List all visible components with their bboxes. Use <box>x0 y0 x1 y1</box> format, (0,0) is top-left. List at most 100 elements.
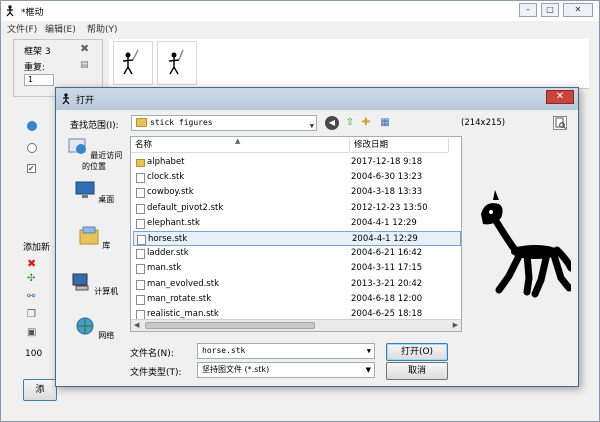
place-label: 网络 <box>98 331 115 340</box>
file-name: default_pivot2.stk <box>147 202 224 213</box>
filename-label: 文件名(N): <box>130 349 174 359</box>
horizontal-scrollbar[interactable]: ◀ ▶ <box>131 319 461 331</box>
file-name: cowboy.stk <box>147 187 194 198</box>
file-icon <box>136 173 145 184</box>
delete-icon[interactable]: ✖ <box>27 257 36 270</box>
frame-label: 框架 3 <box>24 47 51 57</box>
file-date: 2004-3-11 17:15 <box>351 263 423 274</box>
filetype-label: 文件类型(T): <box>130 368 182 378</box>
filename-value: horse.stk <box>202 346 246 355</box>
desktop-icon <box>75 181 95 198</box>
scrollbar-thumb[interactable] <box>145 322 315 329</box>
folder-icon <box>136 118 147 127</box>
file-row[interactable]: man_rotate.stk 2004-6-18 12:00 <box>133 292 461 307</box>
file-date: 2004-6-30 13:23 <box>351 172 423 183</box>
radio-option[interactable] <box>27 143 37 153</box>
document-preview-icon <box>555 117 566 129</box>
menu-file[interactable]: 文件(F) <box>7 22 37 35</box>
new-folder-icon[interactable]: ✚ <box>359 116 373 130</box>
preview-toggle-icon[interactable] <box>553 116 567 130</box>
column-header-date[interactable]: 修改日期 <box>350 137 448 153</box>
menu-help[interactable]: 帮助(Y) <box>87 22 118 35</box>
file-date: 2012-12-23 13:50 <box>351 202 428 213</box>
look-in-dropdown[interactable]: stick figures ▼ <box>131 115 317 131</box>
stick-figure-frame-1 <box>122 49 139 75</box>
open-button[interactable]: 打开(O) <box>386 343 448 361</box>
main-titlebar: *框动 – □ ✕ <box>1 1 599 21</box>
main-window-title: *框动 <box>21 8 44 18</box>
look-in-value: stick figures <box>150 118 213 127</box>
place-label: 最近访问的位置 <box>82 151 123 171</box>
preview-dimensions: (214x215) <box>461 118 506 128</box>
look-in-label: 查找范围(I): <box>70 121 119 131</box>
stick-figure-app-icon <box>6 5 14 17</box>
file-date: 2004-4-1 12:29 <box>352 234 418 244</box>
frame-thumbnail[interactable] <box>113 41 153 85</box>
layers-icon[interactable]: ▣ <box>27 327 36 338</box>
file-icon <box>137 235 146 245</box>
file-row[interactable]: ladder.stk 2004-6-21 16:42 <box>133 246 461 261</box>
library-icon <box>79 226 99 245</box>
checkbox[interactable]: ✓ <box>27 164 36 173</box>
file-name: man.stk <box>147 263 182 274</box>
file-name: man_rotate.stk <box>147 293 212 304</box>
back-icon[interactable]: ◀ <box>325 116 339 130</box>
file-list[interactable]: 名称 ▲ 修改日期 alphabet 2017-12-18 9:18 clock.s… <box>130 136 462 332</box>
add-figure-button[interactable]: 添 <box>23 379 57 401</box>
place-label: 桌面 <box>98 195 115 204</box>
join-icon[interactable]: ⚯ <box>27 291 35 302</box>
file-name: man_evolved.stk <box>147 278 219 289</box>
file-icon <box>136 218 145 229</box>
menu-edit[interactable]: 编辑(E) <box>45 22 76 35</box>
play-icon[interactable] <box>27 121 37 131</box>
view-menu-icon[interactable]: ▦ <box>376 116 394 130</box>
scroll-left-icon[interactable]: ◀ <box>134 321 139 329</box>
place-libraries[interactable]: 库 <box>64 226 124 251</box>
file-row[interactable]: horse.stk 2004-4-1 12:29 <box>133 231 461 246</box>
file-date: 2004-6-21 16:42 <box>351 248 423 259</box>
file-row[interactable]: man_evolved.stk 2013-3-21 20:42 <box>133 277 461 292</box>
file-row[interactable]: alphabet 2017-12-18 9:18 <box>133 155 461 170</box>
up-folder-icon[interactable]: ⇧ <box>343 116 357 130</box>
repeat-label: 重复: <box>24 63 46 73</box>
column-name-label: 名称 <box>135 140 153 150</box>
copy-icon[interactable]: ❐ <box>27 309 36 320</box>
move-icon[interactable]: ✣ <box>27 273 35 284</box>
place-desktop[interactable]: 桌面 <box>64 180 124 205</box>
chevron-down-icon: ▼ <box>309 122 314 130</box>
file-name: clock.stk <box>147 172 185 183</box>
place-computer[interactable]: 计算机 <box>64 272 124 297</box>
file-icon <box>136 279 145 290</box>
maximize-button[interactable]: □ <box>541 3 559 17</box>
places-bar: 最近访问的位置 桌面 库 计算机 网络 <box>64 136 122 358</box>
frame-thumbnail[interactable] <box>157 41 197 85</box>
open-dialog: 打开 ✕ 查找范围(I): stick figures ▼ ◀ ⇧ ✚ ▦ 最近… <box>55 87 579 387</box>
file-row[interactable]: clock.stk 2004-6-30 13:23 <box>133 170 461 185</box>
cancel-button[interactable]: 取消 <box>386 362 448 380</box>
file-name: ladder.stk <box>147 248 189 259</box>
delete-frame-icon[interactable]: ✖ <box>80 42 89 55</box>
filename-input[interactable]: horse.stk ▼ <box>197 343 375 359</box>
sort-up-icon: ▲ <box>235 137 241 145</box>
network-icon <box>76 317 94 335</box>
dialog-close-button[interactable]: ✕ <box>546 90 574 104</box>
scroll-right-icon[interactable]: ▶ <box>453 321 458 329</box>
repeat-value: 1 <box>28 75 34 84</box>
minimize-button[interactable]: – <box>519 3 537 17</box>
filetype-dropdown[interactable]: 坚持图文件 (*.stk) ▼ <box>197 362 375 378</box>
file-row[interactable]: cowboy.stk 2004-3-18 13:33 <box>133 185 461 200</box>
file-icon <box>136 249 145 260</box>
main-close-button[interactable]: ✕ <box>563 3 593 17</box>
file-date: 2004-3-18 13:33 <box>351 187 423 198</box>
column-divider[interactable] <box>448 138 449 152</box>
place-label: 计算机 <box>94 287 119 296</box>
place-recent[interactable]: 最近访问的位置 <box>64 136 124 172</box>
place-network[interactable]: 网络 <box>64 316 124 341</box>
column-date-label: 修改日期 <box>354 140 389 150</box>
repeat-spinbox[interactable]: 1 <box>24 74 54 86</box>
file-row[interactable]: elephant.stk 2004-4-1 12:29 <box>133 216 461 231</box>
file-row[interactable]: man.stk 2004-3-11 17:15 <box>133 261 461 276</box>
horse-preview-image <box>481 190 571 298</box>
copy-frame-icon[interactable]: ▤ <box>80 60 89 70</box>
file-row[interactable]: default_pivot2.stk 2012-12-23 13:50 <box>133 201 461 216</box>
